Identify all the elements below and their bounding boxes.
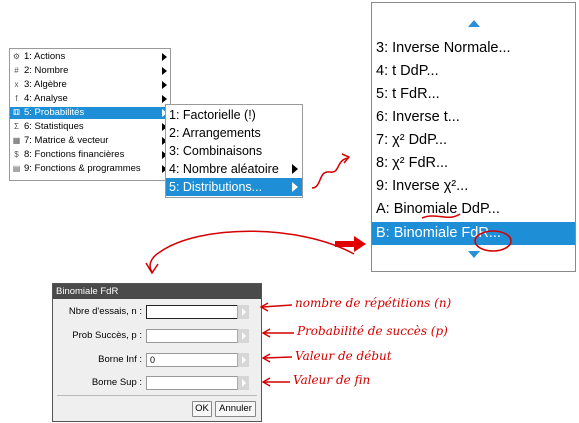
annotation-overlay [145,153,512,387]
annotation-probability: Probabilité de succès (p) [297,324,448,338]
annotation-arrow-icon [261,304,293,308]
annotation-arrow-icon [263,356,293,359]
annotation-end: Valeur de fin [293,373,371,387]
curved-arrow-icon [149,230,355,273]
circle-mark-icon [474,230,512,252]
pointer-arrow-icon [335,236,366,252]
strikethrough-mark-icon [421,213,461,219]
annotation-start: Valeur de début [295,349,392,363]
annotation-repetitions: nombre de répétitions (n) [295,296,452,310]
squiggle-arrow-icon [311,157,349,189]
